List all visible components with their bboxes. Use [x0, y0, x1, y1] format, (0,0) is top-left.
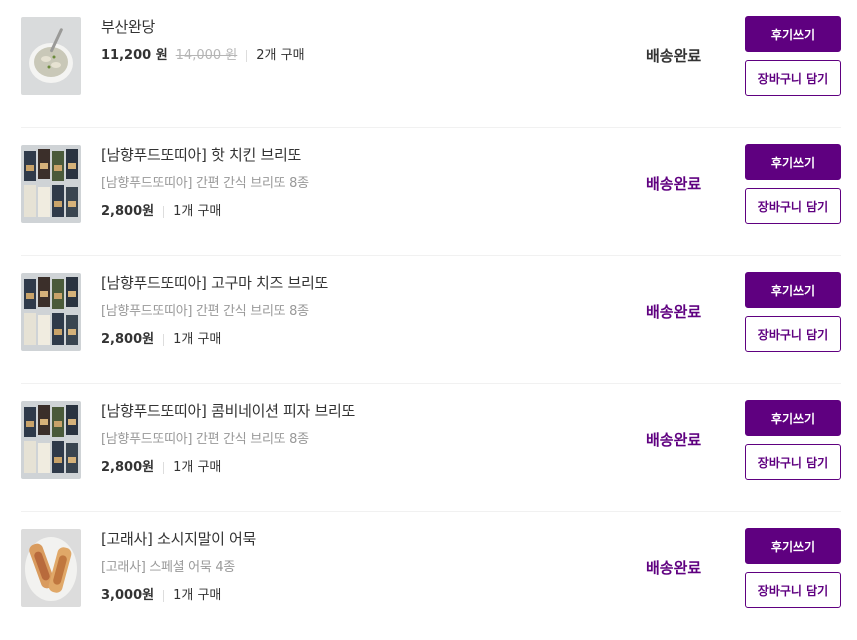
add-to-cart-button[interactable]: 장바구니 담기 — [745, 444, 841, 480]
purchase-quantity: 2개 구매 — [256, 48, 305, 63]
divider — [163, 590, 165, 602]
product-name[interactable]: [남향푸드또띠아] 콤비네이션 피자 브리또 — [101, 400, 355, 422]
sale-price: 3,000원 — [101, 588, 155, 603]
product-option: [남향푸드또띠아] 간편 간식 브리또 8종 — [101, 176, 309, 191]
order-item-info: 부산완당 11,200 원 14,000 원 2개 구매 — [101, 16, 305, 66]
divider — [246, 50, 248, 62]
add-to-cart-button[interactable]: 장바구니 담기 — [745, 188, 841, 224]
write-review-button[interactable]: 후기쓰기 — [745, 272, 841, 308]
price-line: 2,800원 1개 구매 — [101, 330, 328, 350]
order-item-info: [남향푸드또띠아] 고구마 치즈 브리또 [남향푸드또띠아] 간편 간식 브리또… — [101, 272, 328, 350]
burrito-pack-photo-icon — [21, 401, 81, 479]
soup-bowl-photo-icon — [21, 17, 81, 95]
purchase-quantity: 1개 구매 — [173, 588, 222, 603]
delivery-status: 배송완료 — [646, 303, 702, 321]
price-line: 3,000원 1개 구매 — [101, 586, 256, 606]
fishcake-photo-icon — [21, 529, 81, 607]
original-price: 14,000 원 — [175, 48, 238, 63]
product-thumbnail[interactable] — [21, 529, 81, 607]
divider — [163, 206, 165, 218]
write-review-button[interactable]: 후기쓰기 — [745, 144, 841, 180]
product-option: [남향푸드또띠아] 간편 간식 브리또 8종 — [101, 304, 309, 319]
burrito-pack-photo-icon — [21, 145, 81, 223]
delivery-status: 배송완료 — [646, 47, 702, 65]
product-option: [남향푸드또띠아] 간편 간식 브리또 8종 — [101, 432, 309, 447]
add-to-cart-button[interactable]: 장바구니 담기 — [745, 316, 841, 352]
order-item-info: [남향푸드또띠아] 핫 치킨 브리또 [남향푸드또띠아] 간편 간식 브리또 8… — [101, 144, 309, 222]
purchase-quantity: 1개 구매 — [173, 460, 222, 475]
order-item-row: 부산완당 11,200 원 14,000 원 2개 구매 배송완료 후기쓰기 장… — [0, 0, 857, 128]
sale-price: 11,200 원 — [101, 48, 168, 63]
write-review-button[interactable]: 후기쓰기 — [745, 16, 841, 52]
product-option: [고래사] 스페셜 어묵 4종 — [101, 560, 235, 575]
product-name[interactable]: [고래사] 소시지말이 어묵 — [101, 528, 256, 550]
divider — [163, 334, 165, 346]
product-thumbnail[interactable] — [21, 17, 81, 95]
order-item-row: [남향푸드또띠아] 콤비네이션 피자 브리또 [남향푸드또띠아] 간편 간식 브… — [0, 384, 857, 512]
delivery-status: 배송완료 — [646, 559, 702, 577]
price-line: 2,800원 1개 구매 — [101, 458, 355, 478]
purchase-quantity: 1개 구매 — [173, 332, 222, 347]
product-name[interactable]: [남향푸드또띠아] 고구마 치즈 브리또 — [101, 272, 328, 294]
write-review-button[interactable]: 후기쓰기 — [745, 400, 841, 436]
price-line: 2,800원 1개 구매 — [101, 202, 309, 222]
delivery-status: 배송완료 — [646, 431, 702, 449]
order-item-info: [고래사] 소시지말이 어묵 [고래사] 스페셜 어묵 4종 3,000원 1개… — [101, 528, 256, 606]
order-item-info: [남향푸드또띠아] 콤비네이션 피자 브리또 [남향푸드또띠아] 간편 간식 브… — [101, 400, 355, 478]
write-review-button[interactable]: 후기쓰기 — [745, 528, 841, 564]
order-item-list: 부산완당 11,200 원 14,000 원 2개 구매 배송완료 후기쓰기 장… — [0, 0, 857, 623]
product-name[interactable]: 부산완당 — [101, 16, 305, 38]
sale-price: 2,800원 — [101, 204, 155, 219]
purchase-quantity: 1개 구매 — [173, 204, 222, 219]
divider — [163, 462, 165, 474]
product-name[interactable]: [남향푸드또띠아] 핫 치킨 브리또 — [101, 144, 309, 166]
delivery-status: 배송완료 — [646, 175, 702, 193]
order-item-row: [남향푸드또띠아] 핫 치킨 브리또 [남향푸드또띠아] 간편 간식 브리또 8… — [0, 128, 857, 256]
product-thumbnail[interactable] — [21, 273, 81, 351]
burrito-pack-photo-icon — [21, 273, 81, 351]
add-to-cart-button[interactable]: 장바구니 담기 — [745, 572, 841, 608]
order-item-row: [고래사] 소시지말이 어묵 [고래사] 스페셜 어묵 4종 3,000원 1개… — [0, 512, 857, 640]
price-line: 11,200 원 14,000 원 2개 구매 — [101, 46, 305, 66]
product-thumbnail[interactable] — [21, 401, 81, 479]
sale-price: 2,800원 — [101, 460, 155, 475]
order-item-row: [남향푸드또띠아] 고구마 치즈 브리또 [남향푸드또띠아] 간편 간식 브리또… — [0, 256, 857, 384]
product-thumbnail[interactable] — [21, 145, 81, 223]
sale-price: 2,800원 — [101, 332, 155, 347]
add-to-cart-button[interactable]: 장바구니 담기 — [745, 60, 841, 96]
